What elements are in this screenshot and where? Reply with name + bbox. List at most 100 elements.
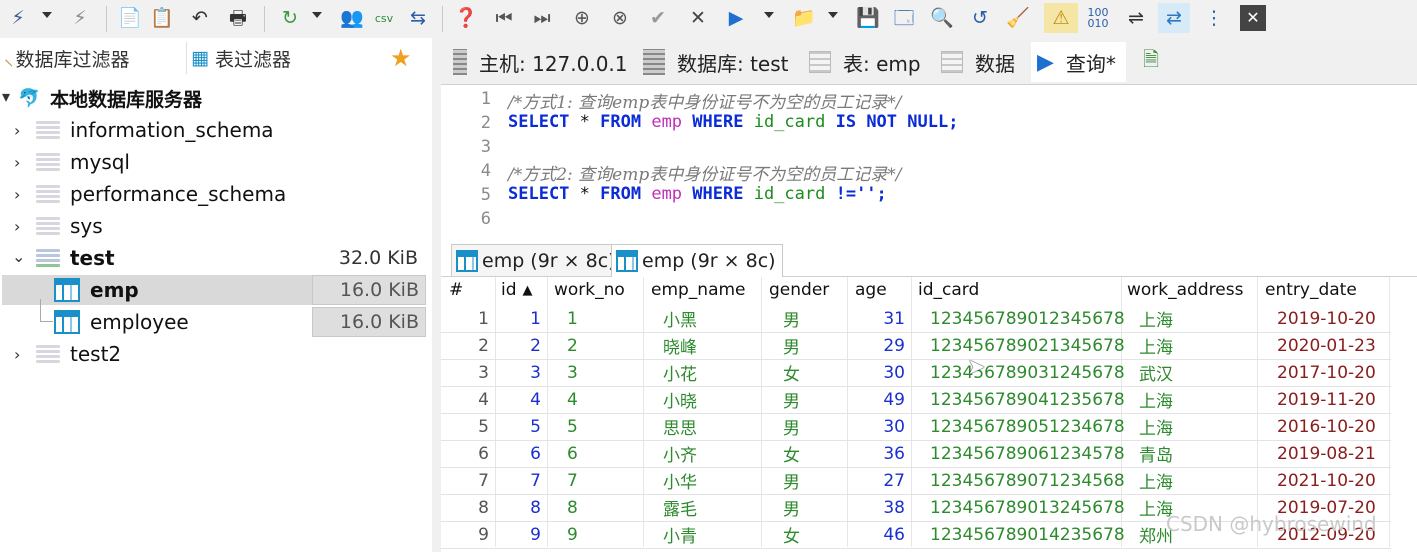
find-replace-icon[interactable]: ↺ xyxy=(966,3,994,33)
sql-editor[interactable]: 1 2 3 4 5 6 /*方式1: 查询emp表中身份证号不为空的员工记录*/… xyxy=(441,85,1417,230)
column-header-work-address[interactable]: work_address xyxy=(1127,277,1243,303)
more-icon[interactable]: ⋮ xyxy=(1200,3,1228,33)
tree-db-performance-schema[interactable]: › performance_schema xyxy=(0,179,430,209)
cell-age[interactable]: 30 xyxy=(855,359,905,386)
cell-id-card[interactable]: 123456789014235678 xyxy=(930,521,1125,548)
cell-work-no[interactable]: 7 xyxy=(567,467,627,494)
tree-root-server[interactable]: ▾ 🐬 本地数据库服务器 xyxy=(0,83,430,113)
refresh-dropdown-icon[interactable] xyxy=(312,12,322,18)
cell-emp-name[interactable]: 小华 xyxy=(663,467,743,494)
table-row[interactable]: 7 7 7 小华男 27 123456789071234568 上海 2021-10-20 xyxy=(441,467,1391,495)
cell-entry-date[interactable]: 2020-01-23 xyxy=(1277,332,1387,359)
cell-id[interactable]: 6 xyxy=(501,440,541,467)
tree-db-information-schema[interactable]: › information_schema xyxy=(0,115,430,145)
table-row[interactable]: 2 2 2 晓峰男 29 123456789021345678 上海 2020-01-23 xyxy=(441,332,1391,360)
export-csv-icon[interactable]: csv xyxy=(370,3,398,33)
cell-gender[interactable]: 女 xyxy=(783,521,823,548)
cell-gender[interactable]: 男 xyxy=(783,467,823,494)
run-dropdown-icon[interactable] xyxy=(764,12,774,18)
cell-entry-date[interactable]: 2019-10-20 xyxy=(1277,305,1387,332)
cell-age[interactable]: 46 xyxy=(855,521,905,548)
tree-db-test2[interactable]: › test2 xyxy=(0,339,430,369)
cell-work-no[interactable]: 9 xyxy=(567,521,627,548)
cancel-changes-icon[interactable]: ✕ xyxy=(684,3,712,33)
cell-id[interactable]: 8 xyxy=(501,494,541,521)
cell-gender[interactable]: 男 xyxy=(783,413,823,440)
cell-n[interactable]: 3 xyxy=(449,359,489,386)
open-folder-icon[interactable]: 📁 xyxy=(790,3,818,33)
cell-id-card[interactable]: 123456789041235678 xyxy=(930,386,1125,413)
cell-emp-name[interactable]: 小花 xyxy=(663,359,743,386)
tree-db-sys[interactable]: › sys xyxy=(0,211,430,241)
cell-entry-date[interactable]: 2019-11-20 xyxy=(1277,386,1387,413)
cell-n[interactable]: 5 xyxy=(449,413,489,440)
format-sql-icon[interactable]: 🧹 xyxy=(1004,3,1032,33)
cell-id-card[interactable]: 123456789071234568 xyxy=(930,467,1125,494)
cell-age[interactable]: 29 xyxy=(855,332,905,359)
cell-age[interactable]: 31 xyxy=(855,305,905,332)
folder-dropdown-icon[interactable] xyxy=(828,12,838,18)
table-row[interactable]: 6 6 6 小齐女 36 123456789061234578 青岛 2019-08-21 xyxy=(441,440,1391,468)
tree-db-mysql[interactable]: › mysql xyxy=(0,147,430,177)
tab-host[interactable]: 主机: 127.0.0.1 xyxy=(453,44,628,80)
search-icon[interactable]: 🔍 xyxy=(928,3,956,33)
last-record-icon[interactable]: ⏭ xyxy=(528,3,556,33)
binary-view-icon[interactable]: 100 010 xyxy=(1084,3,1112,33)
tab-table[interactable]: 表: emp xyxy=(809,44,921,80)
first-record-icon[interactable]: ⏮ xyxy=(490,3,518,33)
cell-work-address[interactable]: 上海 xyxy=(1139,413,1219,440)
cell-work-address[interactable]: 上海 xyxy=(1139,386,1219,413)
cell-work-no[interactable]: 6 xyxy=(567,440,627,467)
panel-splitter[interactable] xyxy=(432,38,441,552)
cell-age[interactable]: 49 xyxy=(855,386,905,413)
new-query-icon[interactable]: 📄 xyxy=(116,3,144,33)
cell-work-no[interactable]: 1 xyxy=(567,305,627,332)
cell-n[interactable]: 9 xyxy=(449,521,489,548)
cell-entry-date[interactable]: 2016-10-20 xyxy=(1277,413,1387,440)
cell-entry-date[interactable]: 2021-10-20 xyxy=(1277,467,1387,494)
result-tab-1[interactable]: emp (9r × 8c) xyxy=(451,244,623,276)
cell-id-card[interactable]: 123456789031245678 xyxy=(930,359,1125,386)
cell-gender[interactable]: 女 xyxy=(783,359,823,386)
favorite-star-icon[interactable]: ★ xyxy=(390,44,412,72)
disconnect-icon[interactable]: ⚡ xyxy=(66,3,94,33)
cell-work-no[interactable]: 3 xyxy=(567,359,627,386)
cell-emp-name[interactable]: 露毛 xyxy=(663,494,743,521)
cell-work-no[interactable]: 4 xyxy=(567,386,627,413)
sync-icon[interactable]: ⇄ xyxy=(1158,3,1190,33)
table-row[interactable]: 5 5 5 思思男 30 123456789051234678 上海 2016-10-20 xyxy=(441,413,1391,441)
cell-age[interactable]: 38 xyxy=(855,494,905,521)
table-row[interactable]: 4 4 4 小晓男 49 123456789041235678 上海 2019-11-20 xyxy=(441,386,1391,414)
cell-work-address[interactable]: 武汉 xyxy=(1139,359,1219,386)
cell-gender[interactable]: 男 xyxy=(783,386,823,413)
user-manager-icon[interactable]: 👥 xyxy=(338,3,366,33)
tab-data[interactable]: 数据 xyxy=(941,44,1015,80)
cell-entry-date[interactable]: 2019-08-21 xyxy=(1277,440,1387,467)
cell-n[interactable]: 8 xyxy=(449,494,489,521)
column-header-work-no[interactable]: work_no xyxy=(554,277,625,303)
cell-id-card[interactable]: 123456789051234678 xyxy=(930,413,1125,440)
cell-work-address[interactable]: 上海 xyxy=(1139,467,1219,494)
cell-work-no[interactable]: 2 xyxy=(567,332,627,359)
save-icon[interactable]: 💾 xyxy=(854,3,882,33)
cell-age[interactable]: 36 xyxy=(855,440,905,467)
cell-n[interactable]: 6 xyxy=(449,440,489,467)
cell-n[interactable]: 1 xyxy=(449,305,489,332)
cell-n[interactable]: 4 xyxy=(449,386,489,413)
warning-icon[interactable]: ⚠ xyxy=(1044,3,1078,33)
column-header-entry-date[interactable]: entry_date xyxy=(1265,277,1357,303)
cell-emp-name[interactable]: 小齐 xyxy=(663,440,743,467)
paste-icon[interactable]: 📋 xyxy=(148,3,176,33)
cell-work-address[interactable]: 青岛 xyxy=(1139,440,1219,467)
cell-emp-name[interactable]: 小青 xyxy=(663,521,743,548)
refresh-icon[interactable]: ↻ xyxy=(276,3,304,33)
cell-work-no[interactable]: 5 xyxy=(567,413,627,440)
cell-entry-date[interactable]: 2017-10-20 xyxy=(1277,359,1387,386)
tab-query[interactable]: ▶ 查询* xyxy=(1031,42,1126,82)
connect-dropdown-icon[interactable] xyxy=(42,12,52,18)
cell-emp-name[interactable]: 小黑 xyxy=(663,305,743,332)
result-tab-2[interactable]: emp (9r × 8c) xyxy=(611,244,783,277)
word-wrap-icon[interactable]: ⇌ xyxy=(1122,3,1150,33)
cell-id[interactable]: 5 xyxy=(501,413,541,440)
table-row[interactable]: 1 1 1 小黑男 31 123456789012345678 上海 2019-10-20 xyxy=(441,305,1391,333)
